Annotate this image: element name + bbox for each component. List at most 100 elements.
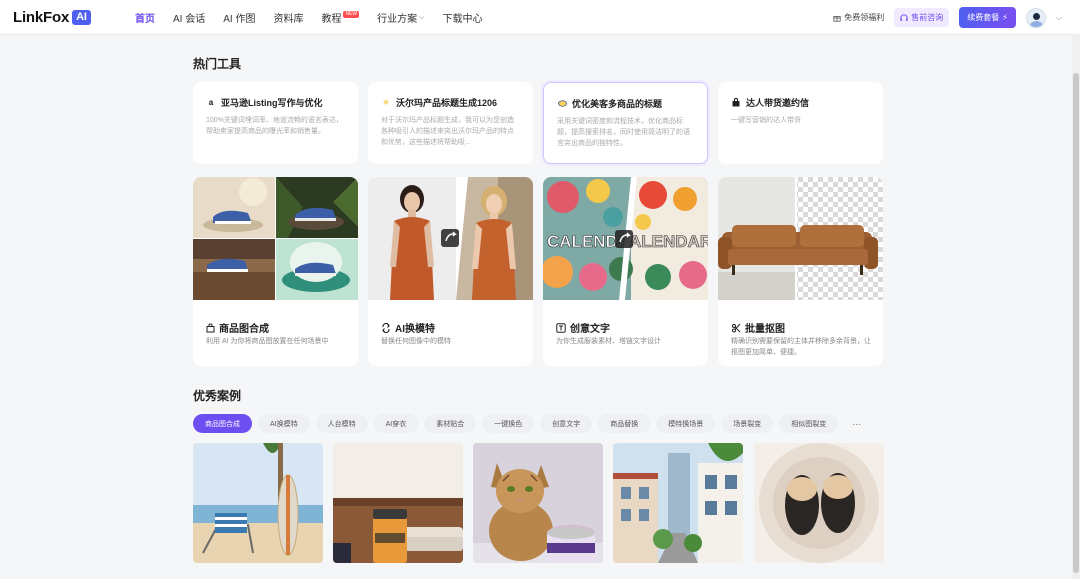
tab-ai-model-swap[interactable]: AI换模特	[258, 414, 310, 433]
main-nav: 首页 AI 会话 AI 作图 资料库 教程 NEW 行业方案 ⌵ 下载中心	[135, 0, 500, 35]
feature-image	[718, 177, 883, 300]
tool-desc: 对于沃尔玛产品标题生成，我可以为您创造各种吸引人的描述来突出沃尔玛产品的特点和优…	[381, 117, 514, 146]
nav-download[interactable]: 下载中心	[442, 10, 482, 25]
case-tabs: 商品图合成 AI换模特 人台模特 AI穿衣 素材贴合 一键换色 创意文字 商品替…	[193, 414, 861, 433]
tab-product-replace[interactable]: 商品替换	[598, 414, 651, 433]
feature-title: 商品图合成	[206, 320, 269, 335]
tool-card[interactable]: 达人带货邀约信 一键写营销的达人带货	[718, 82, 883, 164]
tool-desc: 一键写营销的达人带货	[731, 117, 801, 124]
nav-ai-chat[interactable]: AI 会话	[173, 10, 205, 25]
feature-desc: 为你生成服装素材、塔链文字设计	[556, 338, 661, 345]
tool-desc: 采用关键词密度和流程技术，优化商品标题，提高搜索排名，同时使用简洁明了的语言突出…	[557, 118, 690, 147]
tool-title-row: ✳ 沃尔玛产品标题生成1206	[381, 96, 520, 109]
avatar[interactable]	[1025, 7, 1046, 28]
consult-label: 售前咨询	[911, 13, 944, 22]
new-badge: NEW	[343, 11, 360, 18]
cutout-icon	[732, 323, 741, 332]
feature-desc: 替换任何图像中的模特	[381, 338, 451, 345]
text-icon	[556, 322, 566, 333]
consult-button[interactable]: 售前咨询	[894, 8, 950, 27]
bag-icon	[731, 98, 741, 108]
case-image-slippers[interactable]	[754, 443, 884, 563]
feature-desc: 利用 AI 为你将商品图放置在任何场景中	[206, 338, 329, 345]
tool-card[interactable]: a 亚马逊Listing写作与优化 100%关键词埋词率、地道流畅的语言表达，帮…	[193, 82, 358, 164]
hot-tools-title: 热门工具	[193, 57, 242, 71]
meike-icon	[557, 99, 567, 109]
tab-similar-fission[interactable]: 相似图裂变	[779, 414, 839, 433]
tab-recolor[interactable]: 一键换色	[482, 414, 535, 433]
nav-library[interactable]: 资料库	[273, 10, 303, 25]
cases-title: 优秀案例	[193, 389, 242, 403]
feature-image	[193, 177, 358, 300]
feature-title: 创意文字	[556, 320, 610, 335]
feature-image	[368, 177, 533, 300]
feature-title-label: 批量抠图	[745, 324, 785, 335]
nav-home-label: 首页	[135, 14, 155, 25]
scrollbar-thumb[interactable]	[1073, 73, 1079, 573]
nav-ai-draw[interactable]: AI 作图	[223, 10, 255, 25]
free-points-link[interactable]: 免费领福利	[833, 12, 884, 23]
walmart-icon: ✳	[382, 98, 390, 107]
nav-industry-label: 行业方案	[377, 14, 418, 25]
feature-card-ai-model-swap[interactable]: AI换模特 替换任何图像中的模特	[368, 177, 533, 366]
header-actions: 免费领福利 售前咨询 续费套餐 ⚡ ⌵	[833, 0, 1062, 35]
feature-card-product-compose[interactable]: 商品图合成 利用 AI 为你将商品图放置在任何场景中	[193, 177, 358, 366]
creative-text-right: ALENDAR	[629, 232, 708, 251]
tool-title: 达人带货邀约信	[746, 98, 810, 108]
tool-desc: 100%关键词埋词率、地道流畅的语言表达，帮助卖家提高商品的曝光率和销售量。	[206, 117, 343, 135]
package-label: 续费套餐	[967, 13, 1000, 22]
nav-ai-draw-label: AI 作图	[223, 14, 256, 25]
tab-model-scene[interactable]: 模特换场景	[656, 414, 716, 433]
tool-title-row: a 亚马逊Listing写作与优化	[206, 96, 345, 109]
nav-ai-chat-label: AI 会话	[173, 14, 206, 25]
tool-title: 沃尔玛产品标题生成1206	[396, 98, 498, 108]
feature-desc: 精确识别需要保留的主体并移除多余背景，让抠图更加简单、便捷。	[731, 338, 871, 356]
case-image-beach[interactable]	[193, 443, 323, 563]
tool-card[interactable]: ✳ 沃尔玛产品标题生成1206 对于沃尔玛产品标题生成，我可以为您创造各种吸引人…	[368, 82, 533, 164]
nav-industry[interactable]: 行业方案 ⌵	[377, 10, 425, 26]
tab-ai-dressing[interactable]: AI穿衣	[373, 414, 419, 433]
gift-icon	[833, 15, 841, 22]
swap-icon	[382, 322, 390, 333]
free-points-label: 免费领福利	[844, 13, 885, 22]
nav-download-label: 下载中心	[442, 14, 483, 25]
feature-title-label: 创意文字	[570, 324, 610, 335]
feature-card-batch-cutout[interactable]: 批量抠图 精确识别需要保留的主体并移除多余背景，让抠图更加简单、便捷。	[718, 177, 883, 366]
feature-title: AI换模特	[381, 320, 435, 335]
feature-image: CALENDA ALENDAR	[543, 177, 708, 300]
page-scrollbar[interactable]	[1072, 35, 1080, 579]
feature-title: 批量抠图	[731, 320, 785, 335]
more-tabs-icon[interactable]: ···	[852, 419, 861, 429]
nav-home[interactable]: 首页	[135, 10, 155, 25]
package-button[interactable]: 续费套餐 ⚡	[959, 7, 1016, 28]
tab-mannequin-model[interactable]: 人台模特	[315, 414, 368, 433]
tool-title: 亚马逊Listing写作与优化	[221, 98, 323, 108]
tool-title-row: 优化美客多商品的标题	[557, 97, 694, 110]
case-image-cat[interactable]	[473, 443, 603, 563]
tool-card[interactable]: 优化美客多商品的标题 采用关键词密度和流程技术，优化商品标题，提高搜索排名，同时…	[543, 82, 708, 164]
nav-library-label: 资料库	[273, 14, 304, 25]
feature-title-label: 商品图合成	[219, 324, 269, 335]
logo-ai-badge: AI	[72, 10, 91, 25]
tool-title-row: 达人带货邀约信	[731, 96, 870, 109]
tool-title: 优化美客多商品的标题	[572, 99, 663, 109]
tab-creative-text[interactable]: 创意文字	[540, 414, 593, 433]
lightning-icon: ⚡	[1002, 13, 1008, 22]
bag-icon	[206, 323, 215, 332]
tab-product-compose[interactable]: 商品图合成	[193, 414, 252, 433]
nav-tutorial-label: 教程	[321, 14, 342, 25]
logo-text: LinkFox	[13, 9, 70, 26]
feature-card-creative-text[interactable]: CALENDA ALENDAR 创意文字 为你生成服装素材、塔链文字设计	[543, 177, 708, 366]
feature-title-label: AI换模特	[395, 324, 435, 335]
tab-material-fit[interactable]: 素材贴合	[424, 414, 477, 433]
case-image-street[interactable]	[613, 443, 743, 563]
chevron-down-icon[interactable]: ⌵	[1056, 13, 1062, 23]
top-header: LinkFox AI 首页 AI 会话 AI 作图 资料库 教程 NEW 行业方案…	[0, 0, 1080, 35]
logo[interactable]: LinkFox AI	[13, 9, 91, 26]
tab-scene-fission[interactable]: 场景裂变	[721, 414, 774, 433]
nav-tutorial[interactable]: 教程 NEW	[321, 10, 360, 25]
headset-icon	[900, 13, 908, 21]
chevron-down-icon: ⌵	[419, 13, 425, 21]
amazon-icon: a	[208, 98, 214, 107]
case-image-candle[interactable]	[333, 443, 463, 563]
